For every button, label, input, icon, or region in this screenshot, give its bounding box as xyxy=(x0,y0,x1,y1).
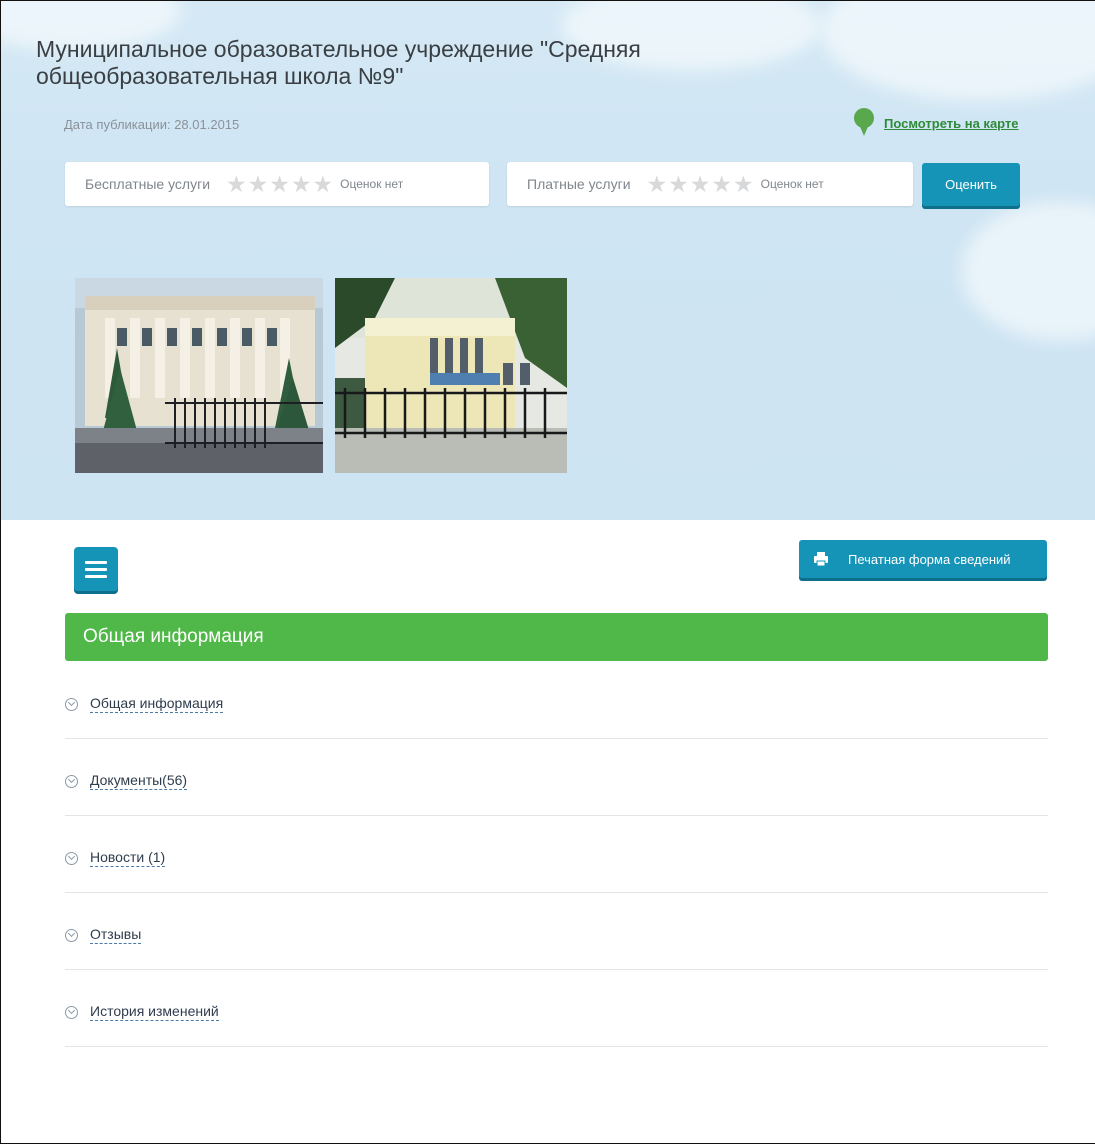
chevron-circle-down-icon xyxy=(65,1005,78,1019)
paid-services-stars[interactable]: ★ ★ ★ ★ ★ xyxy=(647,172,755,196)
accordion-item-general[interactable]: Общая информация xyxy=(65,662,1048,739)
paid-services-status: Оценок нет xyxy=(760,177,824,191)
section-header: Общая информация xyxy=(65,613,1048,661)
chevron-circle-down-icon xyxy=(65,774,78,788)
star-icon[interactable]: ★ xyxy=(711,172,732,196)
print-form-button[interactable]: Печатная форма сведений xyxy=(799,540,1047,578)
map-pin-icon xyxy=(852,108,874,138)
school-photo-2[interactable] xyxy=(335,278,567,473)
star-icon[interactable]: ★ xyxy=(733,172,754,196)
accordion-label[interactable]: Общая информация xyxy=(90,695,224,713)
print-form-label: Печатная форма сведений xyxy=(848,551,1011,567)
school-photo-1[interactable] xyxy=(75,278,323,473)
accordion-item-history[interactable]: История изменений xyxy=(65,970,1048,1047)
star-icon[interactable]: ★ xyxy=(690,172,711,196)
free-services-label: Бесплатные услуги xyxy=(85,176,211,192)
page-title: Муниципальное образовательное учреждение… xyxy=(36,36,641,89)
star-icon[interactable]: ★ xyxy=(647,172,668,196)
accordion-label[interactable]: Отзывы xyxy=(90,926,142,944)
free-services-status: Оценок нет xyxy=(340,177,404,191)
chevron-circle-down-icon xyxy=(65,697,78,711)
star-icon[interactable]: ★ xyxy=(248,172,269,196)
rate-button[interactable]: Оценить xyxy=(922,163,1020,206)
chevron-circle-down-icon xyxy=(65,928,78,942)
accordion-item-news[interactable]: Новости (1) xyxy=(65,816,1048,893)
chevron-circle-down-icon xyxy=(65,851,78,865)
accordion-item-reviews[interactable]: Отзывы xyxy=(65,893,1048,970)
star-icon[interactable]: ★ xyxy=(269,172,290,196)
map-link-group[interactable]: Посмотреть на карте xyxy=(852,108,1019,138)
free-services-rating: Бесплатные услуги ★ ★ ★ ★ ★ Оценок нет xyxy=(65,162,489,206)
star-icon[interactable]: ★ xyxy=(668,172,689,196)
free-services-stars[interactable]: ★ ★ ★ ★ ★ xyxy=(226,172,334,196)
hamburger-menu-icon[interactable] xyxy=(74,547,118,591)
printer-icon xyxy=(814,552,828,567)
paid-services-label: Платные услуги xyxy=(527,176,631,192)
paid-services-rating: Платные услуги ★ ★ ★ ★ ★ Оценок нет xyxy=(507,162,913,206)
star-icon[interactable]: ★ xyxy=(226,172,247,196)
accordion-item-documents[interactable]: Документы(56) xyxy=(65,739,1048,816)
accordion-label[interactable]: Новости (1) xyxy=(90,849,166,867)
star-icon[interactable]: ★ xyxy=(291,172,312,196)
publication-date: Дата публикации: 28.01.2015 xyxy=(64,117,240,132)
accordion-label[interactable]: История изменений xyxy=(90,1003,219,1021)
accordion-label[interactable]: Документы(56) xyxy=(90,772,188,790)
view-on-map-link[interactable]: Посмотреть на карте xyxy=(884,116,1019,131)
star-icon[interactable]: ★ xyxy=(313,172,334,196)
